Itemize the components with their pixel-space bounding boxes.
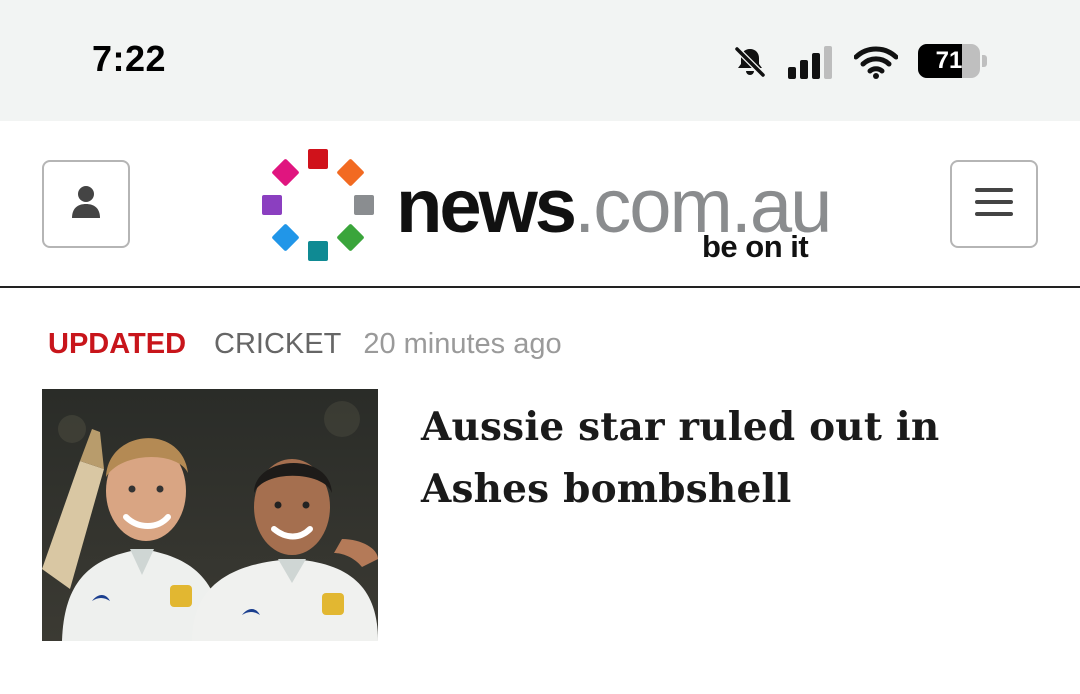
article-thumbnail[interactable] xyxy=(42,389,378,641)
status-bar: 7:22 71 xyxy=(0,0,1080,121)
logo-dot xyxy=(308,241,328,261)
account-button[interactable] xyxy=(42,160,130,248)
section-link[interactable]: CRICKET xyxy=(214,328,341,361)
bell-slash-icon xyxy=(732,44,768,80)
logo-dot xyxy=(272,224,299,251)
logo-dot xyxy=(272,159,299,186)
battery-level: 71 xyxy=(935,47,963,74)
logo-brand: news xyxy=(396,164,577,249)
updated-tag: UPDATED xyxy=(48,328,187,360)
status-icons: 71 xyxy=(732,42,988,82)
logo-dot xyxy=(262,195,282,215)
hamburger-menu-icon xyxy=(975,186,1013,223)
logo-dot xyxy=(337,159,364,186)
logo-dots xyxy=(262,149,374,261)
cellular-signal-icon xyxy=(788,45,834,79)
wifi-icon xyxy=(854,45,898,79)
logo-dot xyxy=(308,149,328,169)
status-time: 7:22 xyxy=(92,38,167,79)
logo-dot xyxy=(354,195,374,215)
cricketers-photo xyxy=(42,389,378,641)
site-logo[interactable]: news.com.au be on it xyxy=(258,145,832,265)
battery-indicator: 71 xyxy=(918,44,988,80)
article-headline[interactable]: Aussie star ruled out in Ashes bombshell xyxy=(421,396,1041,520)
article-meta: UPDATED CRICKET 20 minutes ago xyxy=(48,328,562,361)
menu-button[interactable] xyxy=(950,160,1038,248)
article-timestamp: 20 minutes ago xyxy=(363,328,562,360)
user-icon xyxy=(70,184,102,225)
battery-cap xyxy=(982,55,987,67)
logo-tagline: be on it xyxy=(702,229,809,264)
logo-dot xyxy=(337,224,364,251)
site-header: news.com.au be on it xyxy=(0,121,1080,288)
